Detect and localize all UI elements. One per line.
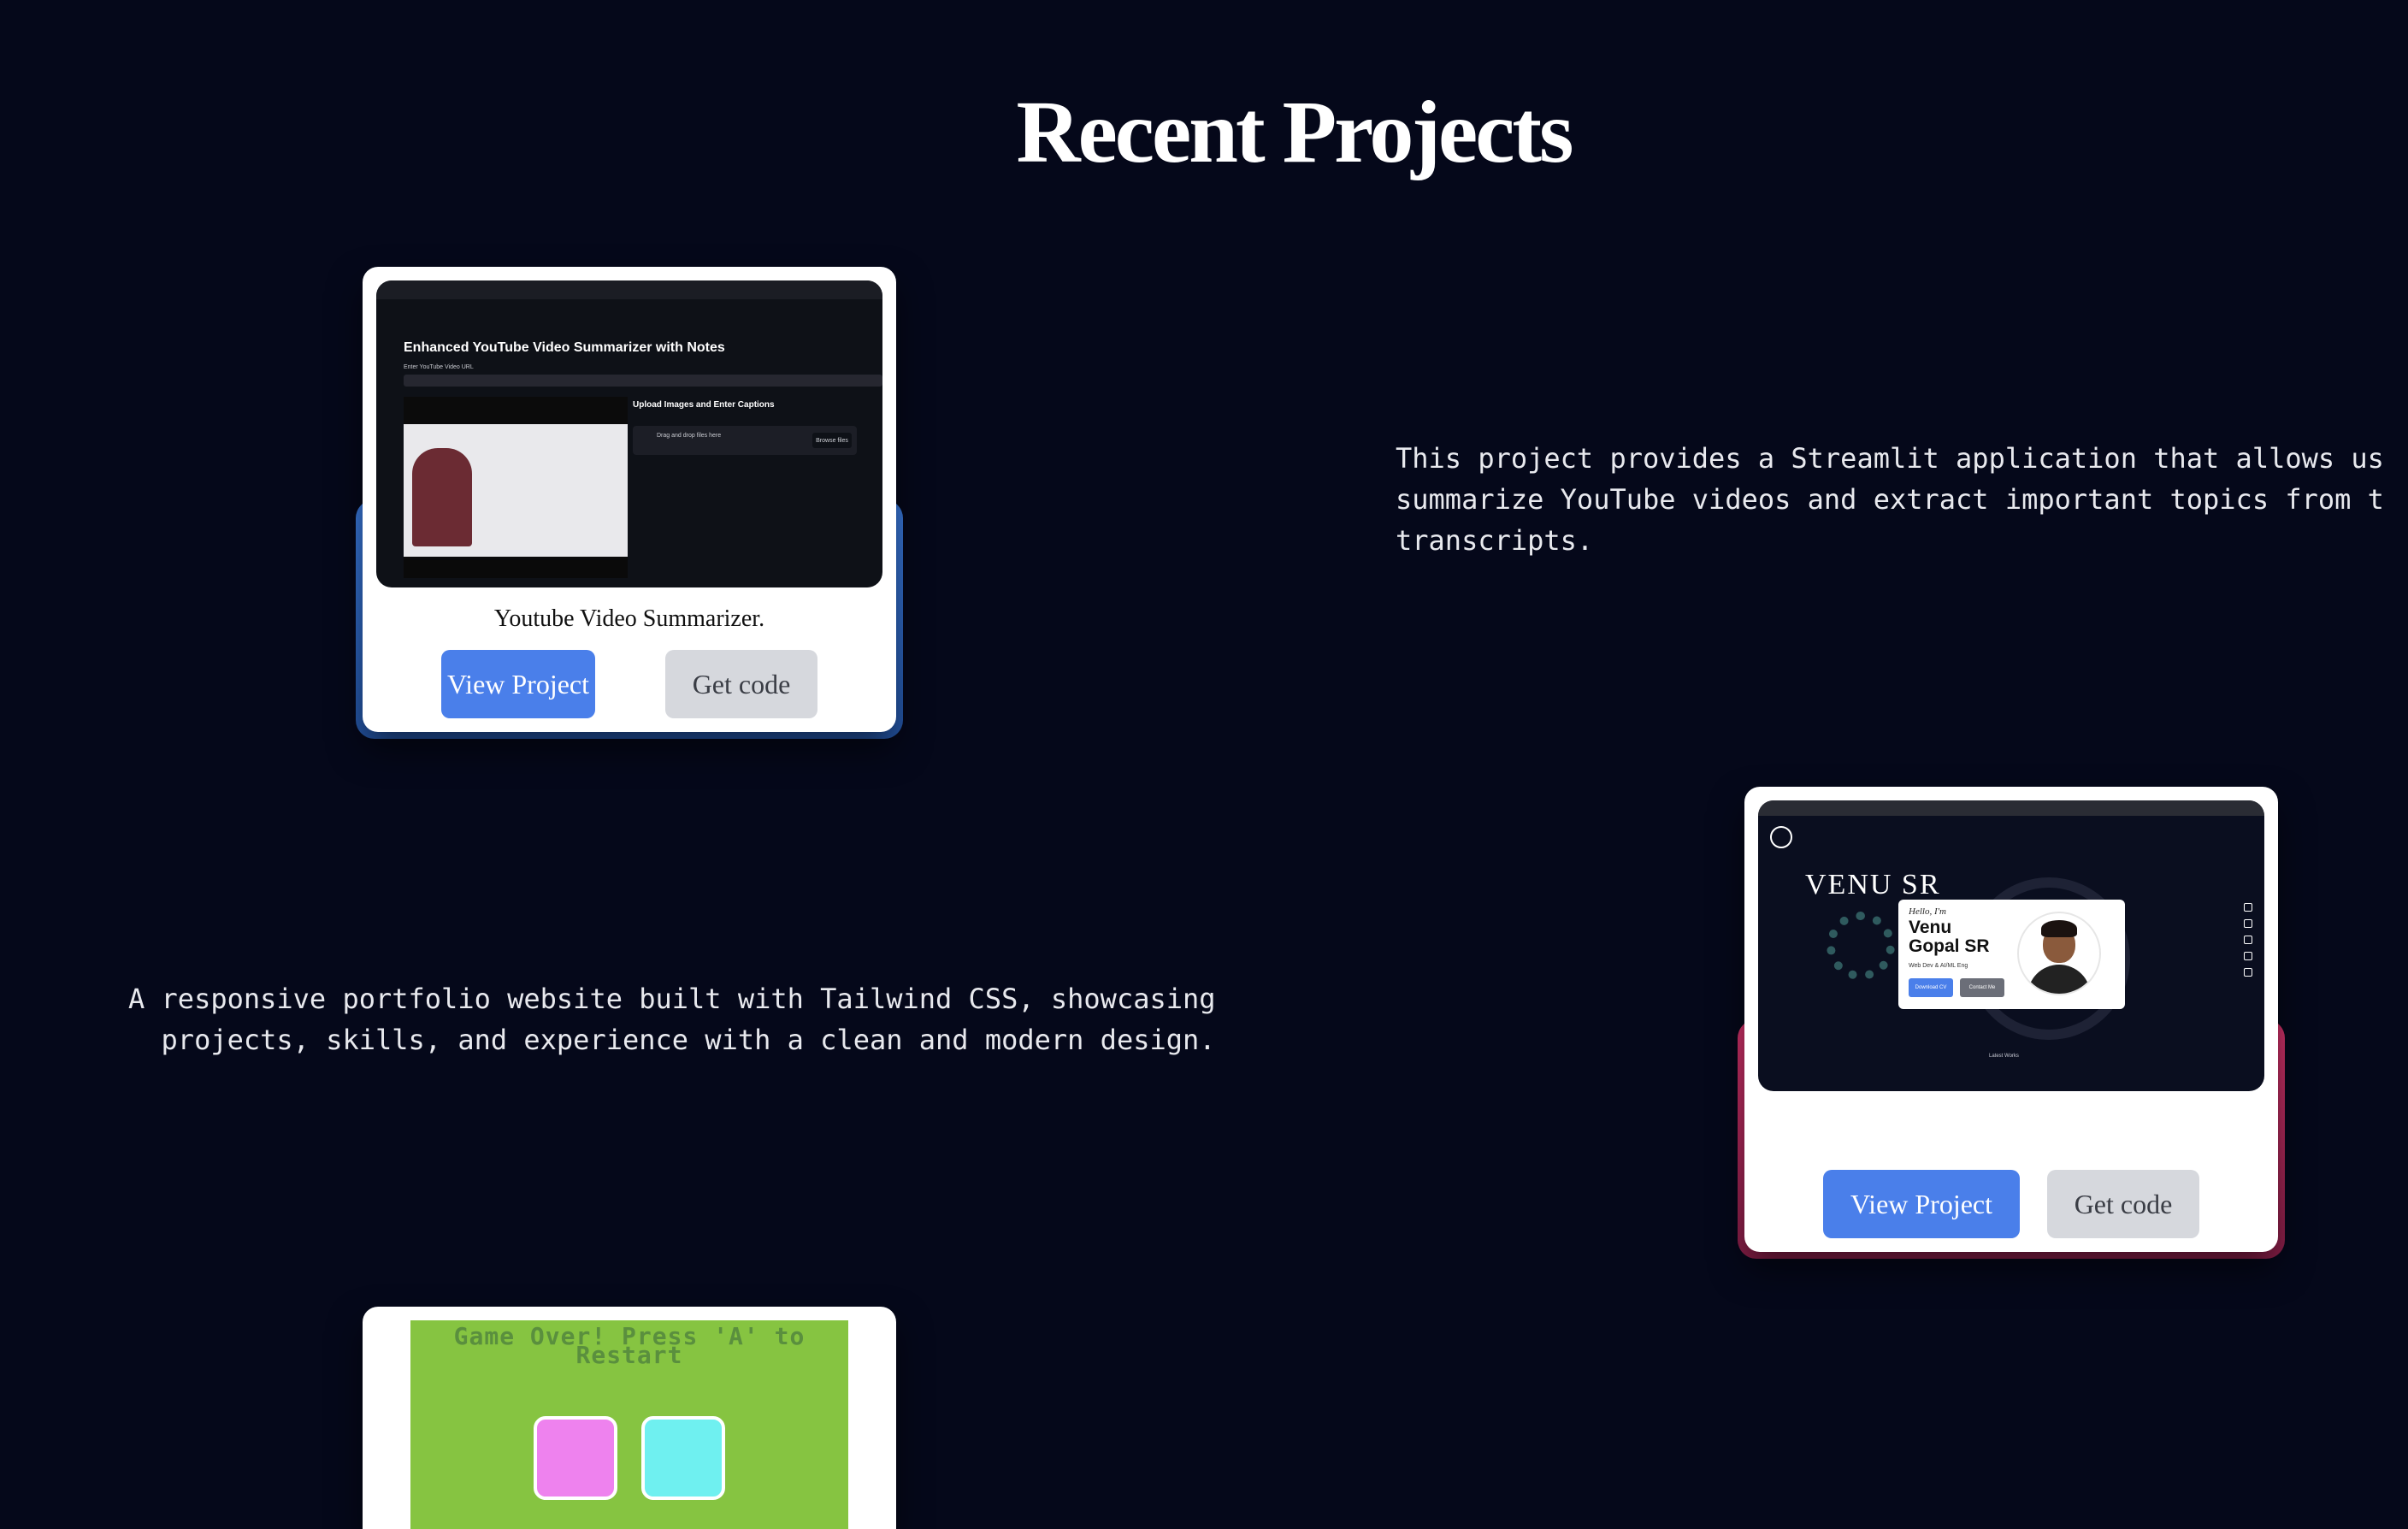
game-over-text: Game Over! Press 'A' to Restart [453, 1322, 806, 1369]
hero-name: VENU SR [1805, 869, 1941, 900]
youtube-icon [2244, 968, 2252, 977]
url-label: Enter YouTube Video URL [404, 364, 474, 370]
game-block-cyan [641, 1416, 725, 1500]
video-player [404, 397, 628, 578]
screenshot-heading: Enhanced YouTube Video Summarizer with N… [404, 340, 725, 355]
project-screenshot[interactable]: VENU SR Hello, I'm Venu Gopal SR Web Dev… [1758, 800, 2264, 1091]
browser-topbar [376, 280, 882, 299]
upload-title: Upload Images and Enter Captions [633, 400, 775, 410]
project-description-youtube: This project provides a Streamlit applic… [1396, 442, 2384, 557]
url-input [404, 375, 882, 387]
get-code-button[interactable]: Get code [665, 650, 817, 718]
project-card: VENU SR Hello, I'm Venu Gopal SR Web Dev… [1744, 787, 2278, 1252]
instagram-icon [2244, 919, 2252, 928]
decorative-wreath [1827, 912, 1895, 980]
dropzone: Drag and drop files here Browse files [633, 426, 857, 455]
social-icons [2244, 903, 2254, 984]
contact-me-button: Contact Me [1960, 978, 2004, 997]
game-block-pink [534, 1416, 617, 1500]
profile-name: Venu Gopal SR [1909, 918, 1990, 956]
browse-files-button: Browse files [812, 433, 852, 448]
project-screenshot[interactable]: Enhanced YouTube Video Summarizer with N… [376, 280, 882, 587]
site-logo-icon [1770, 826, 1792, 848]
profile-popup: Hello, I'm Venu Gopal SR Web Dev & AI/ML… [1898, 900, 2125, 1009]
hello-text: Hello, I'm [1909, 906, 1946, 917]
github-icon [2244, 936, 2252, 944]
project-card: Enhanced YouTube Video Summarizer with N… [363, 267, 896, 732]
browser-topbar [1758, 800, 2264, 816]
presenter [412, 448, 472, 546]
project-description-portfolio: A responsive portfolio website built wit… [128, 983, 1216, 1056]
view-project-button[interactable]: View Project [441, 650, 595, 718]
latest-works-label: Latest Works [1989, 1054, 2019, 1059]
avatar [2017, 912, 2101, 995]
video-controls [404, 559, 628, 578]
profile-role: Web Dev & AI/ML Eng [1909, 963, 1968, 969]
view-project-button[interactable]: View Project [1823, 1170, 2020, 1238]
project-title: Youtube Video Summarizer. [493, 605, 765, 632]
project-screenshot[interactable]: Game Over! Press 'A' to Restart [410, 1320, 848, 1529]
linkedin-icon [2244, 903, 2252, 912]
project-card: Game Over! Press 'A' to Restart [363, 1307, 896, 1529]
dropzone-text: Drag and drop files here [657, 433, 722, 439]
get-code-button[interactable]: Get code [2047, 1170, 2199, 1238]
page-title: Recent Projects [1016, 83, 1574, 181]
download-cv-button: Download CV [1909, 978, 1953, 997]
twitter-icon [2244, 952, 2252, 960]
